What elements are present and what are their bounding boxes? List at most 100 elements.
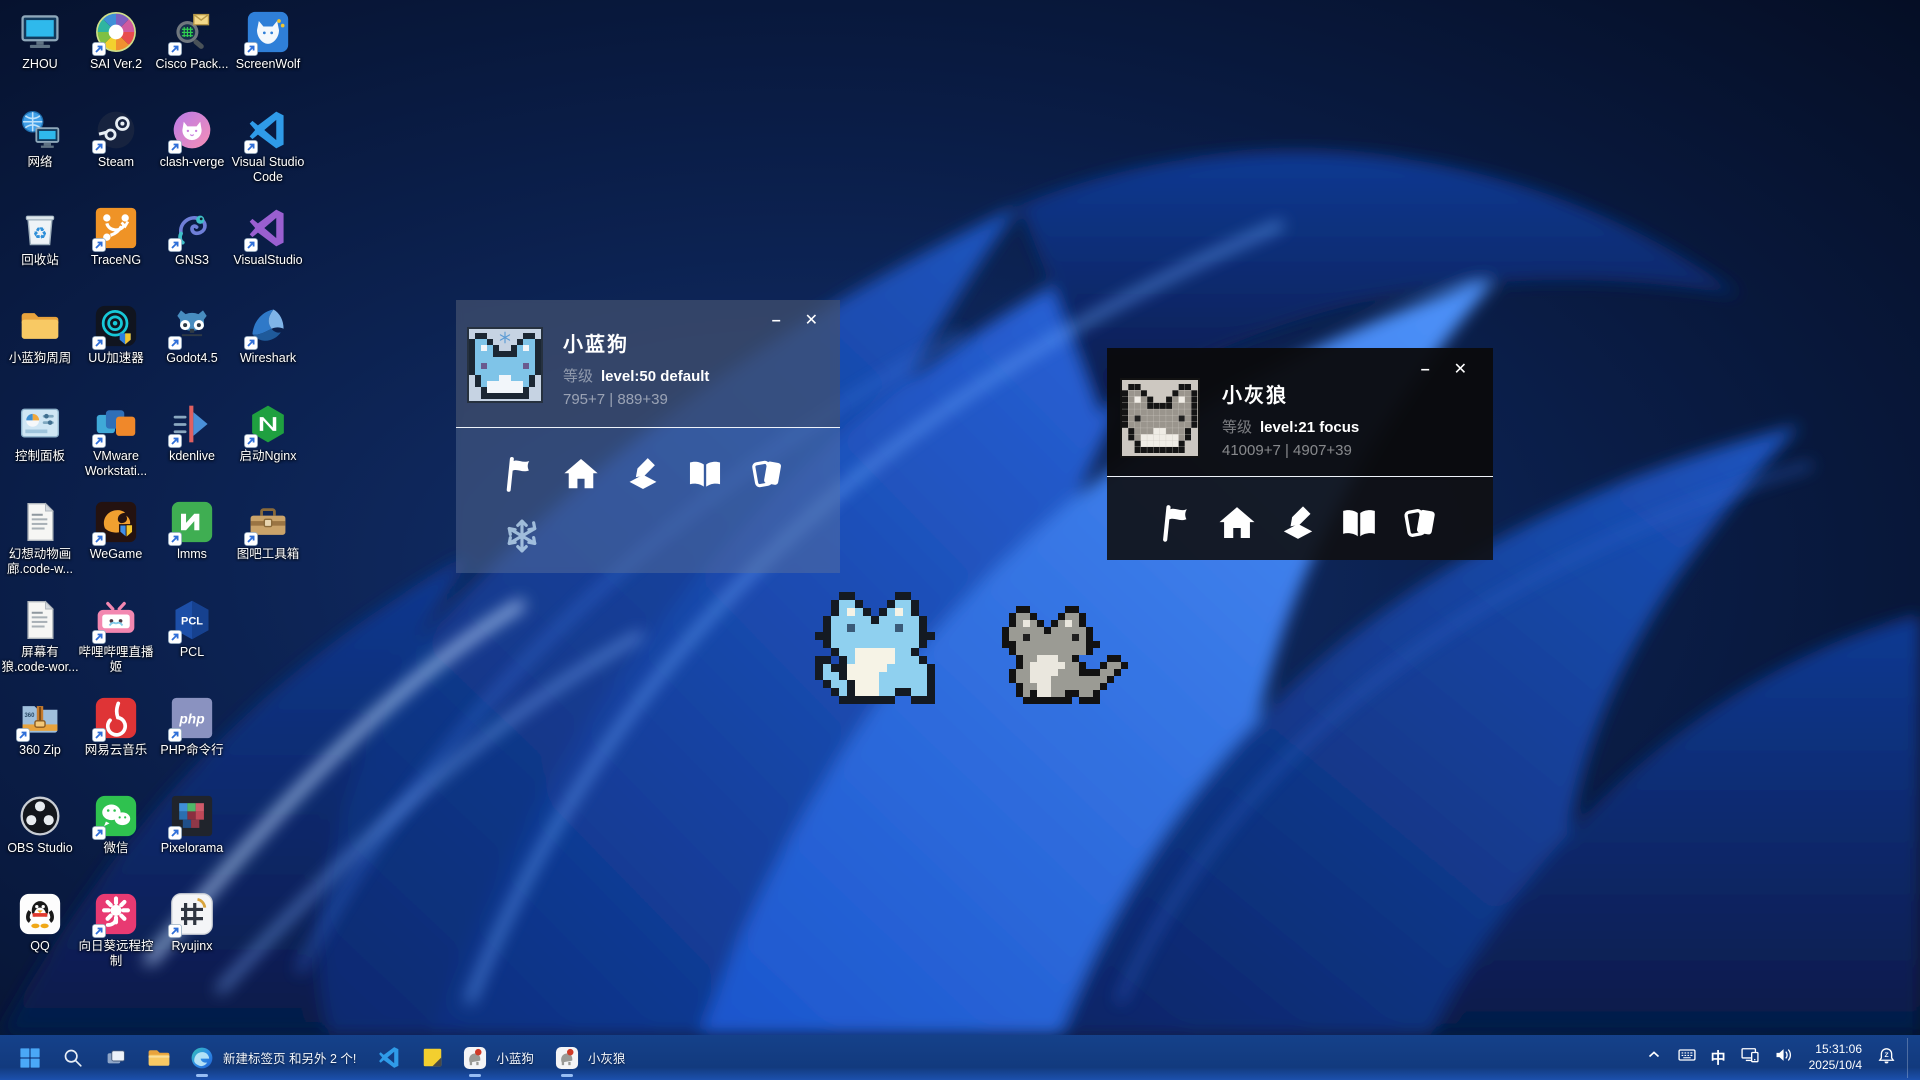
desktop-icon-obs[interactable]: OBS Studio <box>2 792 78 890</box>
desktop-icon-gns3[interactable]: GNS3 <box>154 204 230 302</box>
shortcut-arrow-icon <box>92 42 106 56</box>
shortcut-arrow-icon <box>92 630 106 644</box>
desktop-icon-vscode[interactable]: Visual Studio Code <box>230 106 306 204</box>
touch-keyboard-button[interactable] <box>1670 1038 1704 1078</box>
minimize-button[interactable]: – <box>772 313 781 329</box>
desktop-icon-zip360[interactable]: 360360 Zip <box>2 694 78 792</box>
home-action-icon[interactable] <box>562 455 600 498</box>
desktop-icon-controlpanel[interactable]: 控制面板 <box>2 400 78 498</box>
flag-action-icon[interactable] <box>1156 503 1196 548</box>
desktop-icon-document[interactable]: 幻想动物画廊.code-w... <box>2 498 78 596</box>
minimize-button[interactable]: – <box>1421 362 1430 378</box>
desktop-icon-kdenlive[interactable]: kdenlive <box>154 400 230 498</box>
shortcut-arrow-icon <box>244 140 258 154</box>
desktop-pet-blue-dog[interactable] <box>815 592 959 704</box>
level-label: 等级 <box>563 368 593 385</box>
desktop-icon-toolbox[interactable]: 图吧工具箱 <box>230 498 306 596</box>
file-explorer-button[interactable] <box>139 1038 179 1078</box>
cast-device-button[interactable] <box>1733 1038 1767 1078</box>
pet-window-label: 小蓝狗 <box>496 1048 534 1067</box>
stickynote-pinned-button[interactable] <box>412 1038 452 1078</box>
kdenlive-icon <box>170 402 214 446</box>
book-action-icon[interactable] <box>1339 503 1379 548</box>
svg-text:♻: ♻ <box>33 225 48 243</box>
desktop-icon-clash[interactable]: clash-verge <box>154 106 230 204</box>
desktop-icon-qq[interactable]: QQ <box>2 890 78 988</box>
desktop-icon-netease[interactable]: 网易云音乐 <box>78 694 154 792</box>
desktop-icon-folder[interactable]: 小蓝狗周周 <box>2 302 78 400</box>
search-button[interactable] <box>53 1038 93 1078</box>
desktop-icon-php[interactable]: phpPHP命令行 <box>154 694 230 792</box>
desktop-icon-wegame[interactable]: WeGame <box>78 498 154 596</box>
home-action-icon[interactable] <box>1217 503 1257 548</box>
desktop-icon-nginx[interactable]: 启动Nginx <box>230 400 306 498</box>
task-view-icon <box>103 1045 129 1071</box>
desktop-pet-grey-wolf[interactable] <box>1002 606 1128 704</box>
vmware-icon <box>94 402 138 446</box>
close-button[interactable]: ✕ <box>1454 362 1467 378</box>
desktop-icon-label: 微信 <box>76 841 156 856</box>
desktop-icon-traceng[interactable]: TraceNG <box>78 204 154 302</box>
show-desktop-strip[interactable] <box>1907 1038 1912 1078</box>
desktop-icon-recyclebin[interactable]: ♻回收站 <box>2 204 78 302</box>
cards-action-icon[interactable] <box>1400 503 1440 548</box>
system-tray: 中 15:31:06 2025/10/4 Z <box>1638 1038 1920 1078</box>
desktop-icon-bili[interactable]: 哔哩哔哩直播姬 <box>78 596 154 694</box>
desktop-icon-label: clash-verge <box>152 155 232 170</box>
desktop-icon-label: 控制面板 <box>0 449 80 464</box>
task-view-button[interactable] <box>96 1038 136 1078</box>
sunflower-icon <box>94 892 138 936</box>
desktop-icon-document[interactable]: 屏幕有狼.code-wor... <box>2 596 78 694</box>
chevron-up-icon <box>1645 1046 1663 1069</box>
desktop-icon-colorwheel[interactable]: SAI Ver.2 <box>78 8 154 106</box>
desktop-icon-sunflower[interactable]: 向日葵远程控制 <box>78 890 154 988</box>
ime-indicator[interactable]: 中 <box>1704 1038 1733 1078</box>
desktop-icon-vmware[interactable]: VMware Workstati... <box>78 400 154 498</box>
vscode-pinned-button[interactable] <box>369 1038 409 1078</box>
pet-window-button-blue-dog[interactable]: 小蓝狗 <box>455 1038 544 1078</box>
book-action-icon[interactable] <box>686 455 724 498</box>
wegame-icon <box>94 500 138 544</box>
desktop-icon-pixelorama[interactable]: Pixelorama <box>154 792 230 890</box>
desktop-icon-screenwolf[interactable]: ScreenWolf <box>230 8 306 106</box>
flag-action-icon[interactable] <box>500 455 538 498</box>
edge-window-button[interactable]: 新建标签页 和另外 2 个! <box>182 1038 366 1078</box>
desktop-icon-monitor[interactable]: ZHOU <box>2 8 78 106</box>
clock[interactable]: 15:31:06 2025/10/4 <box>1801 1042 1870 1073</box>
uu-icon <box>94 304 138 348</box>
desktop-icon-wireshark[interactable]: Wireshark <box>230 302 306 400</box>
close-button[interactable]: ✕ <box>805 313 818 329</box>
cards-action-icon[interactable] <box>748 455 786 498</box>
pet-widget-blue-dog: 小蓝狗 等级level:50 default 795+7 | 889+39 – … <box>456 300 840 573</box>
desktop-icon-network[interactable]: 网络 <box>2 106 78 204</box>
pet-info: 小蓝狗 等级level:50 default 795+7 | 889+39 <box>563 327 709 427</box>
level-value: level:50 default <box>601 368 709 385</box>
sign-action-icon[interactable] <box>1278 503 1318 548</box>
desktop-icon-lmms[interactable]: lmms <box>154 498 230 596</box>
sticky-note-icon <box>419 1045 445 1071</box>
desktop-icon-uu[interactable]: UU加速器 <box>78 302 154 400</box>
notification-bell-button[interactable]: Z <box>1870 1038 1903 1078</box>
start-button[interactable] <box>10 1038 50 1078</box>
desktop-icon-label: 屏幕有狼.code-wor... <box>0 645 80 675</box>
sign-action-icon[interactable] <box>624 455 662 498</box>
desktop-icon-label: 网易云音乐 <box>76 743 156 758</box>
pet-window-button-grey-wolf[interactable]: 小灰狼 <box>547 1038 636 1078</box>
ryujinx-icon <box>170 892 214 936</box>
desktop-icon-visualstudio[interactable]: VisualStudio <box>230 204 306 302</box>
vscode-icon <box>376 1045 402 1071</box>
desktop-icon-wechat[interactable]: 微信 <box>78 792 154 890</box>
running-indicator <box>469 1074 481 1077</box>
desktop-icon-steam[interactable]: Steam <box>78 106 154 204</box>
desktop-icon-label: Ryujinx <box>152 939 232 954</box>
hidden-icons-button[interactable] <box>1638 1038 1670 1078</box>
desktop-icon-godot[interactable]: Godot4.5 <box>154 302 230 400</box>
desktop-icon-label: TraceNG <box>76 253 156 268</box>
desktop-icon-ryujinx[interactable]: Ryujinx <box>154 890 230 988</box>
widget-action-bar <box>456 428 840 498</box>
volume-button[interactable] <box>1767 1038 1801 1078</box>
desktop-icon-cisco[interactable]: Cisco Pack... <box>154 8 230 106</box>
pet-app-icon <box>462 1045 488 1071</box>
desktop-icon-pcl[interactable]: PCLPCL <box>154 596 230 694</box>
desktop-icon-label: Cisco Pack... <box>152 57 232 72</box>
